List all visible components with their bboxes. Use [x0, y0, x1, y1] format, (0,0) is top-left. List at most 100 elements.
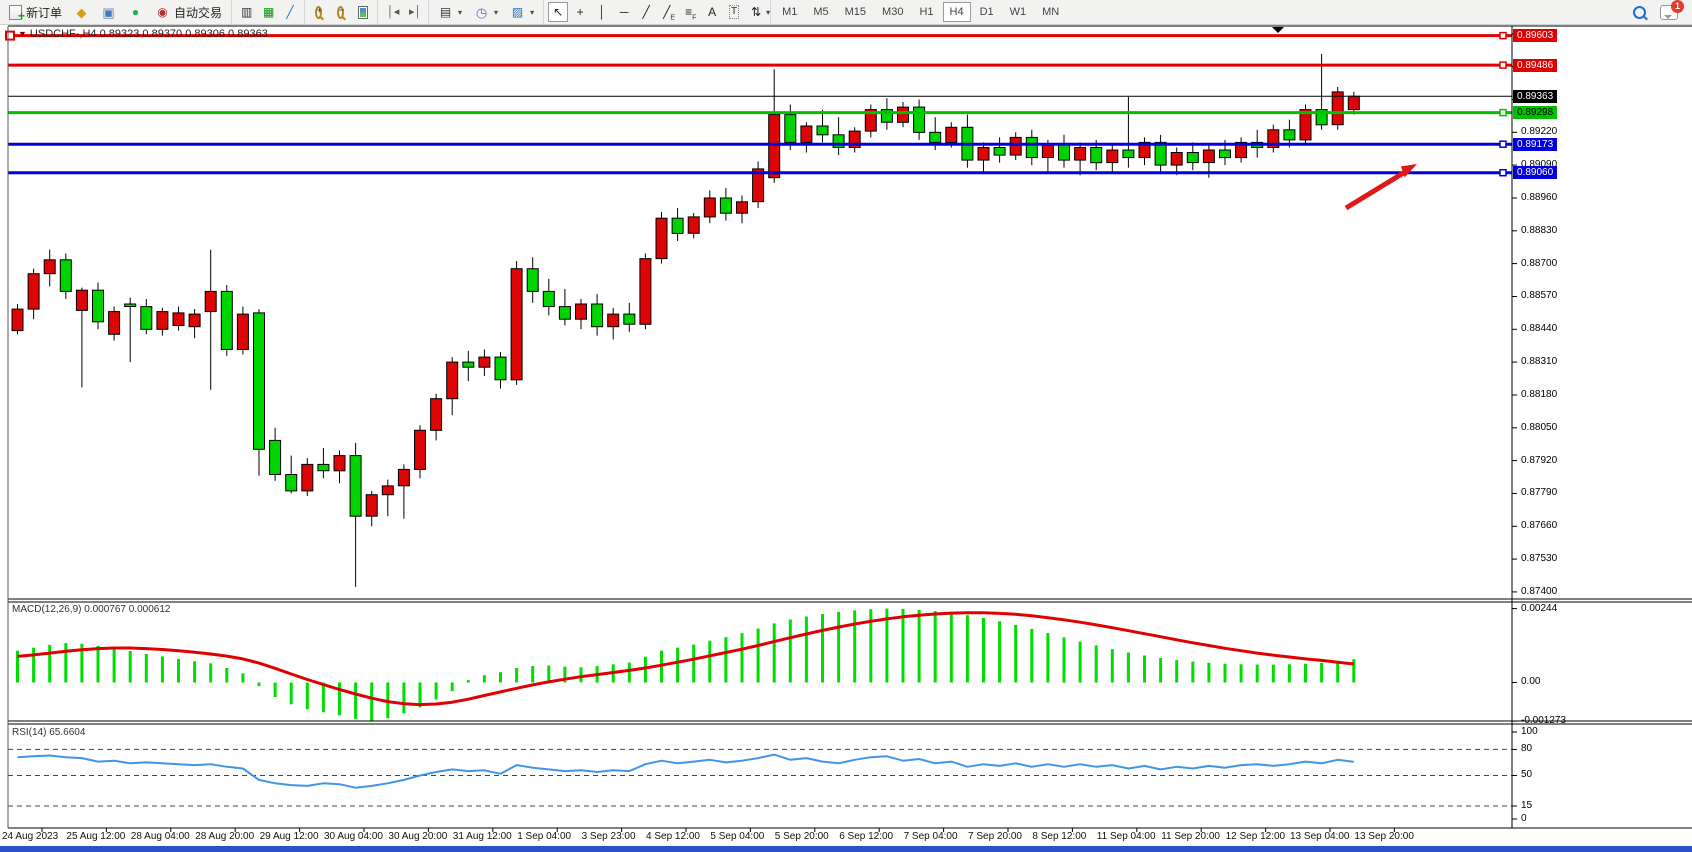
- candle-body: [801, 126, 812, 142]
- price-tick-label: 0.88570: [1521, 290, 1557, 301]
- timeframe-button-d1[interactable]: D1: [973, 2, 1001, 22]
- crosshair-tool-button[interactable]: +: [570, 2, 590, 22]
- fibonacci-tool-button[interactable]: ≡F: [680, 2, 700, 22]
- indicators-button[interactable]: ▨▾: [505, 2, 539, 22]
- window-bottom-border: [0, 846, 1692, 852]
- candle-body: [1026, 137, 1037, 157]
- candle-body: [350, 456, 361, 517]
- candle-body: [447, 362, 458, 399]
- toolbar-group-charttype: ▥ ▦ ╱: [232, 0, 305, 24]
- autoscroll-button[interactable]: │◂: [382, 2, 402, 22]
- horizontal-line-tool-button[interactable]: ─: [614, 2, 634, 22]
- arrows-icon: ⇅: [751, 5, 761, 20]
- macd-histogram-bar: [370, 683, 373, 722]
- price-tick-label: 0.88700: [1521, 258, 1557, 269]
- timeframe-button-w1[interactable]: W1: [1003, 2, 1034, 22]
- price-tick-label: 0.87530: [1521, 553, 1557, 564]
- macd-histogram-bar: [515, 668, 518, 683]
- profile-button[interactable]: ▣: [96, 2, 121, 22]
- line-left-handle[interactable]: [6, 32, 14, 40]
- macd-histogram-bar: [161, 656, 164, 682]
- candle-body: [44, 260, 55, 274]
- line-chart-button[interactable]: ╱: [280, 2, 300, 22]
- macd-histogram-bar: [1046, 633, 1049, 682]
- autotrade-button[interactable]: ◉ 自动交易: [150, 2, 227, 22]
- label-tool-button[interactable]: T: [724, 2, 744, 22]
- macd-histogram-bar: [1095, 646, 1098, 683]
- line-handle[interactable]: [1500, 141, 1506, 147]
- rsi-indicator-label: RSI(14) 65.6604: [12, 727, 85, 738]
- candle-body: [318, 464, 329, 470]
- channel-tool-button[interactable]: ╱E: [658, 2, 678, 22]
- tile-windows-button[interactable]: [353, 2, 373, 22]
- macd-histogram-bar: [950, 613, 953, 683]
- profiles-button[interactable]: ◷▾: [469, 2, 503, 22]
- candle-body: [640, 259, 651, 325]
- time-axis-label: 7 Sep 04:00: [904, 831, 958, 842]
- timeframe-button-m5[interactable]: M5: [806, 2, 835, 22]
- candle-body: [737, 202, 748, 213]
- line-handle[interactable]: [1500, 62, 1506, 68]
- text-tool-button[interactable]: A: [702, 2, 722, 22]
- timeframe-button-mn[interactable]: MN: [1035, 2, 1066, 22]
- macd-histogram-bar: [1159, 658, 1162, 683]
- notifications-button[interactable]: 1: [1655, 2, 1691, 22]
- toolbar-group-trade: 新订单 ◆ ▣ ● ◉ 自动交易: [0, 0, 232, 24]
- trendline-tool-button[interactable]: ╱: [636, 2, 656, 22]
- macd-histogram-bar: [32, 648, 35, 683]
- price-tick-label: 0.88960: [1521, 192, 1557, 203]
- chart-shift-button[interactable]: ▸│: [404, 2, 424, 22]
- macd-histogram-bar: [918, 610, 921, 683]
- vertical-line-tool-button[interactable]: │: [592, 2, 612, 22]
- time-axis-label: 28 Aug 20:00: [195, 831, 254, 842]
- notification-badge: 1: [1671, 0, 1684, 13]
- new-order-icon: [9, 5, 22, 20]
- bar-chart-button[interactable]: ▥: [236, 2, 256, 22]
- time-axis-label: 5 Sep 20:00: [775, 831, 829, 842]
- timeframe-button-m30[interactable]: M30: [875, 2, 910, 22]
- candle-body: [1091, 148, 1102, 163]
- new-order-button[interactable]: 新订单: [4, 2, 67, 22]
- macd-histogram-bar: [531, 666, 534, 682]
- timeframe-button-h4[interactable]: H4: [943, 2, 971, 22]
- line-chart-icon: ╱: [285, 5, 295, 20]
- price-axis-badge: 0.89298: [1513, 106, 1557, 119]
- candle-body: [1059, 145, 1070, 160]
- line-handle[interactable]: [1500, 33, 1506, 39]
- line-handle[interactable]: [1500, 110, 1506, 116]
- price-tick-label: 0.87660: [1521, 520, 1557, 531]
- line-handle[interactable]: [1500, 170, 1506, 176]
- toolbar-group-drawing: ↖ + │ ─ ╱ ╱E ≡F A T ⇅▾: [544, 0, 771, 24]
- price-axis-badge: 0.89173: [1513, 138, 1557, 151]
- chart-shift-icon: ▸│: [409, 5, 421, 20]
- signal-button[interactable]: ●: [123, 2, 148, 22]
- seal-button[interactable]: ◆: [69, 2, 94, 22]
- macd-histogram-bar: [724, 637, 727, 682]
- candle-body: [431, 399, 442, 431]
- arrows-tool-button[interactable]: ⇅▾: [746, 2, 766, 22]
- zoom-out-button[interactable]: −: [331, 2, 351, 22]
- new-chart-button[interactable]: ▤▾: [433, 2, 467, 22]
- candle-body: [366, 495, 377, 517]
- cursor-tool-button[interactable]: ↖: [548, 2, 568, 22]
- time-axis-label: 8 Sep 12:00: [1032, 831, 1086, 842]
- candlestick-button[interactable]: ▦: [258, 2, 278, 22]
- candle-body: [1107, 150, 1118, 163]
- macd-histogram-bar: [354, 683, 357, 719]
- crosshair-icon: +: [575, 5, 585, 20]
- candle-body: [189, 314, 200, 327]
- candle-body: [785, 115, 796, 143]
- candle-body: [559, 307, 570, 320]
- candle-body: [221, 291, 232, 349]
- search-button[interactable]: [1627, 2, 1653, 22]
- time-axis-label: 11 Sep 04:00: [1097, 831, 1156, 842]
- zoom-in-button[interactable]: +: [309, 2, 329, 22]
- time-axis-label: 4 Sep 12:00: [646, 831, 700, 842]
- timeframe-button-h1[interactable]: H1: [912, 2, 940, 22]
- candle-body: [157, 312, 168, 330]
- candle-body: [688, 217, 699, 233]
- timeframe-button-m15[interactable]: M15: [838, 2, 873, 22]
- chart-area[interactable]: ▼USDCHF-,H4 0.89323 0.89370 0.89306 0.89…: [0, 25, 1692, 852]
- timeframe-button-m1[interactable]: M1: [775, 2, 804, 22]
- chart-canvas[interactable]: [0, 25, 1692, 852]
